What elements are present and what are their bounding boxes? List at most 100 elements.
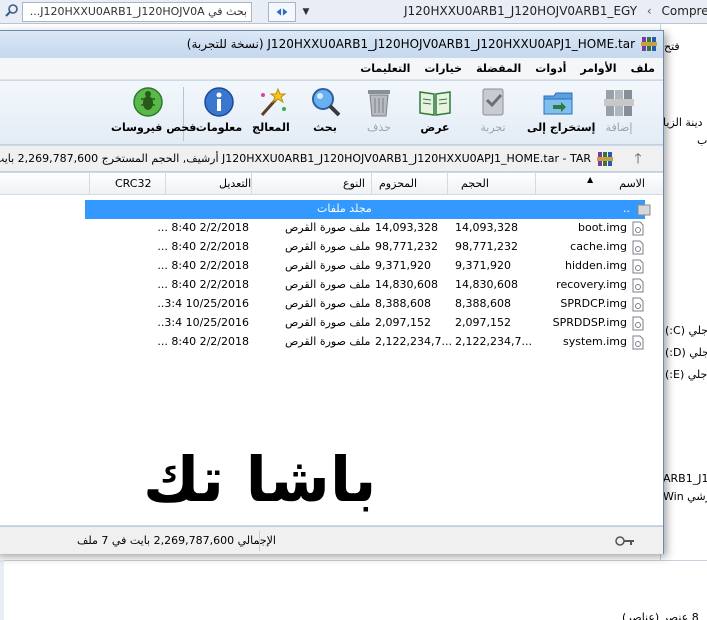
explorer-item-count: 8 عنصر (عناصر) <box>622 611 699 620</box>
breadcrumb-item[interactable]: Compressed <box>662 4 707 18</box>
add-button[interactable]: إضافة <box>591 85 647 143</box>
archive-path: J120HXXU0ARB1_J120HOJV0ARB1_J120HXXU0APJ… <box>0 152 591 165</box>
disk-image-file-icon <box>632 240 644 255</box>
file-type: ملف صورة القرص <box>285 278 371 291</box>
refresh-button[interactable] <box>268 2 296 22</box>
table-row[interactable]: SPRDCP.img 8,388,608 8,388,608 ملف صورة الق… <box>0 295 663 314</box>
key-icon <box>615 536 634 546</box>
table-row[interactable]: hidden.img 9,371,920 9,371,920 ملف صورة الق… <box>0 257 663 276</box>
wizard-icon <box>260 87 287 116</box>
table-row[interactable]: cache.img 98,771,232 98,771,232 ملف صورة ال… <box>0 238 663 257</box>
file-type: ملف صورة القرص <box>285 221 371 234</box>
explorer-toolbar: بحث في J120HXXU0ARB1_J120HOJV0A... ▼ J12… <box>0 0 707 24</box>
disk-image-file-icon <box>632 335 644 350</box>
list-header: الاسم ▲ الحجم المحزوم النوع التعديل CRC3… <box>0 173 663 195</box>
disk-image-file-icon <box>632 316 644 331</box>
explorer-file-type: أرشي Win <box>663 490 707 503</box>
find-magnifier-icon <box>312 88 341 117</box>
extract-to-icon <box>543 92 573 115</box>
drive-d-item[interactable]: جلي (D:) <box>665 346 707 359</box>
disk-image-file-icon <box>632 297 644 312</box>
file-packed-size: 2,097,152 <box>375 316 431 329</box>
file-type: ملف صورة القرص <box>285 240 371 253</box>
test-icon <box>482 88 504 116</box>
table-row[interactable]: recovery.img 14,830,608 14,830,608 ملف صورة… <box>0 276 663 295</box>
winrar-app-icon <box>641 37 657 51</box>
explorer-edge <box>0 560 4 620</box>
file-name: cache.img <box>570 240 627 253</box>
info-icon <box>204 87 234 117</box>
column-size[interactable]: الحجم <box>461 177 489 190</box>
menu-file[interactable]: ملف <box>631 62 655 75</box>
virus-scan-button[interactable]: فحص فيروسات <box>111 85 196 143</box>
extract-to-button[interactable]: إستخراج إلى <box>527 85 595 143</box>
disk-image-file-icon <box>632 259 644 274</box>
view-button[interactable]: عرض <box>407 85 463 143</box>
file-packed-size: 98,771,232 <box>375 240 438 253</box>
column-crc32[interactable]: CRC32 <box>115 177 151 190</box>
test-button[interactable]: تجربة <box>465 85 521 143</box>
find-button[interactable]: بحث <box>297 85 353 143</box>
file-name: SPRDDSP.img <box>552 316 627 329</box>
explorer-label: ب <box>697 134 707 147</box>
column-modified[interactable]: التعديل <box>219 177 251 190</box>
menu-bar: ملف الأوامر أدوات المفضلة خيارات التعليم… <box>0 58 663 80</box>
folder-up-icon <box>637 204 651 216</box>
status-total: الإجمالي 2,269,787,600 بايت في 7 ملف <box>77 534 276 547</box>
drive-c-item[interactable]: جلي (C:) <box>665 324 707 337</box>
file-name: boot.img <box>577 221 627 234</box>
file-type: ملف صورة القرص <box>285 335 371 348</box>
menu-favorites[interactable]: المفضلة <box>476 62 521 75</box>
menu-commands[interactable]: الأوامر <box>580 62 616 75</box>
explorer-file-name[interactable]: ARB1_J12 <box>663 472 707 485</box>
wizard-button[interactable]: المعالج <box>243 85 299 143</box>
file-type: ملف صورة القرص <box>285 259 371 272</box>
arrow-up-icon: 🡑 <box>634 151 642 167</box>
address-dropdown[interactable]: ▼ <box>298 2 314 22</box>
window-title-bar[interactable]: J120HXXU0ARB1_J120HOJV0ARB1_J120HXXU0APJ… <box>0 31 663 57</box>
column-type[interactable]: النوع <box>343 177 365 190</box>
menu-options[interactable]: خيارات <box>424 62 462 75</box>
file-name: hidden.img <box>565 259 627 272</box>
virus-scan-icon <box>133 87 163 117</box>
file-packed-size: 14,093,328 <box>375 221 438 234</box>
file-type: ملف صورة القرص <box>285 297 371 310</box>
breadcrumb-separator: ‹ <box>646 4 652 18</box>
file-packed-size: 8,388,608 <box>375 297 431 310</box>
status-bar: الإجمالي 2,269,787,600 بايت في 7 ملف <box>0 526 663 554</box>
file-size: 8,388,608 <box>455 297 511 310</box>
column-name[interactable]: الاسم <box>619 177 645 190</box>
address-bar[interactable]: J120HXXU0ARB1_J120HOJV0ARB1_EGY ‹ Compre… <box>316 2 707 22</box>
file-modified: 2/2/2018 8:40 ... <box>157 335 249 348</box>
explorer-label: دينة الزيا <box>663 116 703 129</box>
add-archive-icon <box>604 90 634 116</box>
file-modified: 2/2/2018 8:40 ... <box>157 221 249 234</box>
table-row[interactable]: system.img 2,122,234,7... 2,122,234,7... مل… <box>0 333 663 352</box>
delete-button[interactable]: حذف <box>351 85 407 143</box>
table-row[interactable]: boot.img 14,093,328 14,093,328 ملف صورة الق… <box>0 219 663 238</box>
status-divider <box>259 531 260 551</box>
explorer-open-button[interactable]: فتح <box>664 40 680 53</box>
window-title: J120HXXU0ARB1_J120HOJV0ARB1_J120HXXU0APJ… <box>186 37 635 51</box>
file-size: 98,771,232 <box>455 240 518 253</box>
column-packed[interactable]: المحزوم <box>379 177 417 190</box>
menu-help[interactable]: التعليمات <box>360 62 410 75</box>
search-input[interactable]: بحث في J120HXXU0ARB1_J120HOJV0A... <box>22 2 252 22</box>
drive-e-item[interactable]: جلي (E:) <box>665 368 707 381</box>
winrar-window: J120HXXU0ARB1_J120HOJV0ARB1_J120HXXU0APJ… <box>0 30 664 554</box>
view-book-icon <box>419 91 451 116</box>
search-icon[interactable] <box>4 3 20 19</box>
file-list: الاسم ▲ الحجم المحزوم النوع التعديل CRC3… <box>0 173 663 525</box>
up-one-level-button[interactable]: 🡑 <box>627 149 649 169</box>
file-modified: 10/25/2016 3:4... <box>157 316 249 329</box>
sort-arrow-icon: ▲ <box>587 175 594 184</box>
info-button[interactable]: معلومات <box>191 85 247 143</box>
explorer-navigation-pane: فتح دينة الزيا ب جلي (C:) جلي (D:) جلي (… <box>660 24 707 584</box>
breadcrumb-item[interactable]: J120HXXU0ARB1_J120HOJV0ARB1_EGY <box>404 4 637 18</box>
table-row[interactable]: SPRDDSP.img 2,097,152 2,097,152 ملف صورة ال… <box>0 314 663 333</box>
file-packed-size: 9,371,920 <box>375 259 431 272</box>
menu-tools[interactable]: أدوات <box>535 62 566 75</box>
table-row-parent-folder[interactable]: .. مجلد ملفات <box>0 200 663 219</box>
toolbar: إضافة إستخراج إلى تجربة عرض حذف بحث المع… <box>0 81 663 145</box>
watermark-text: باشا تك <box>143 443 377 516</box>
